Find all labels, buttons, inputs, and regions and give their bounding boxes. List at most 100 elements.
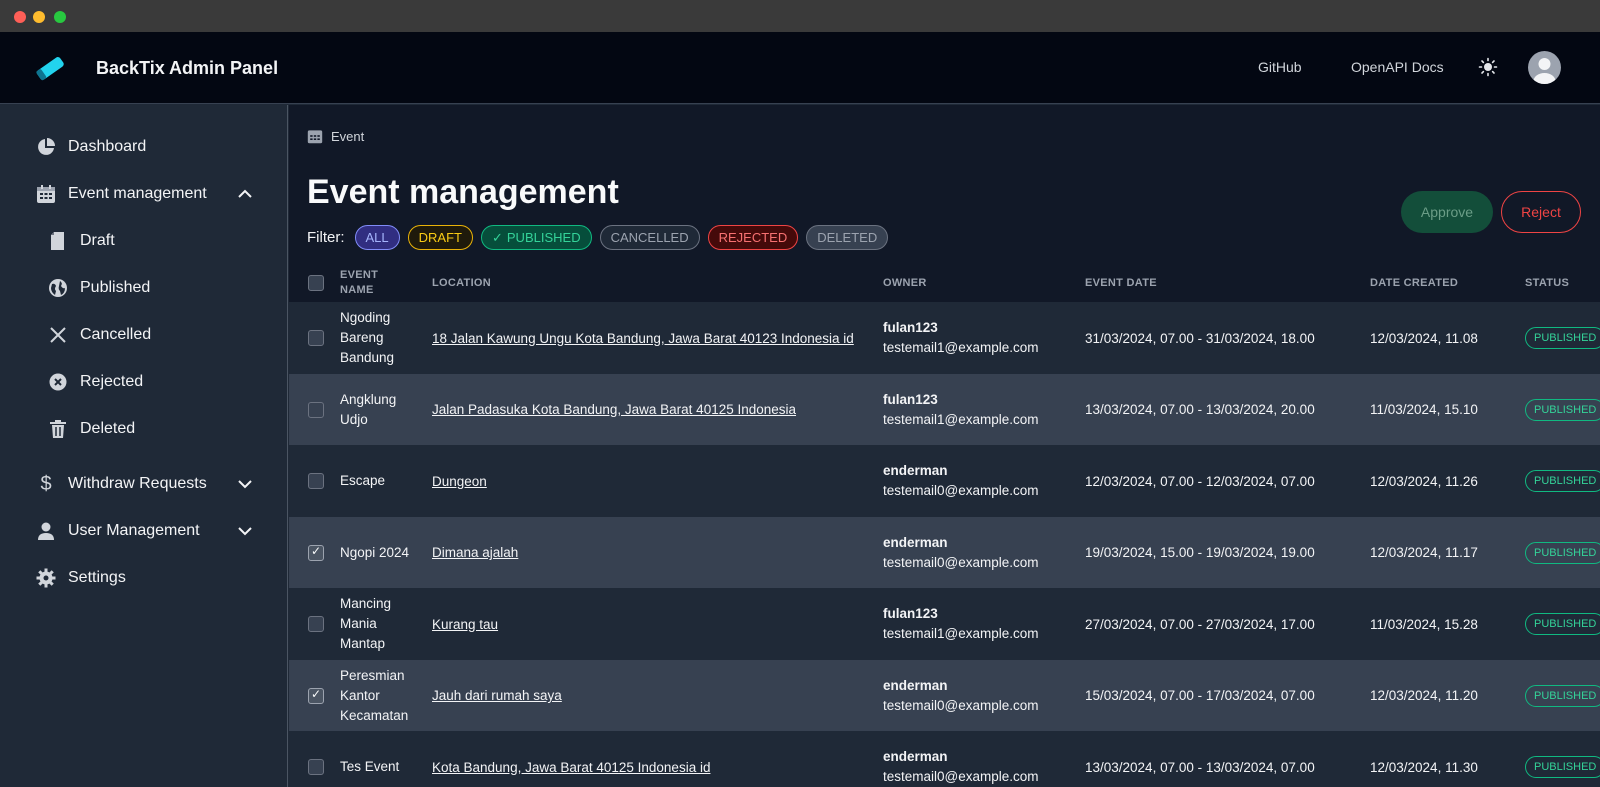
status-badge: PUBLISHED	[1525, 327, 1600, 349]
reject-button[interactable]: Reject	[1501, 191, 1581, 233]
status-badge: PUBLISHED	[1525, 684, 1600, 707]
approve-button[interactable]: Approve	[1401, 191, 1493, 233]
check-icon: ✓	[491, 229, 503, 245]
calendar-icon	[307, 130, 323, 144]
filter-chip-deleted[interactable]: DELETED	[806, 225, 889, 250]
pie-chart-icon	[35, 136, 57, 158]
filter-chip-all[interactable]: ALL	[354, 225, 400, 250]
filter-chip-draft[interactable]: DRAFT	[407, 225, 473, 250]
owner-cell: enderman testemail0@example.com	[883, 517, 1039, 589]
filter-chip-published[interactable]: ✓ PUBLISHED	[480, 225, 592, 250]
location-link[interactable]: 18 Jalan Kawung Ungu Kota Bandung, Jawa …	[432, 302, 854, 374]
owner-username: enderman	[883, 677, 948, 693]
row-checkbox[interactable]	[308, 401, 324, 418]
table-row[interactable]: Tes Event Kota Bandung, Jawa Barat 40125 …	[289, 731, 1600, 787]
location-link[interactable]: Dungeon	[432, 445, 487, 517]
owner-cell: enderman testemail0@example.com	[883, 445, 1039, 517]
chip-label: ALL	[365, 230, 389, 245]
owner-email: testemail1@example.com	[883, 626, 1039, 641]
column-header-event-name[interactable]: EVENT NAME	[340, 265, 410, 301]
column-header-location[interactable]: LOCATION	[432, 265, 491, 301]
chevron-down-icon[interactable]	[236, 475, 254, 493]
x-icon	[47, 324, 69, 346]
breadcrumb: Event	[307, 128, 364, 144]
brand-title[interactable]: BackTix Admin Panel	[96, 58, 278, 79]
sidebar-item-event-management[interactable]: Event management	[0, 174, 288, 214]
sidebar-item-label: Dashboard	[68, 138, 147, 155]
owner-username: enderman	[883, 463, 948, 478]
sidebar-item-withdraw-requests[interactable]: $ Withdraw Requests	[0, 464, 288, 504]
github-link[interactable]: GitHub	[1258, 59, 1302, 75]
filter-chip-cancelled[interactable]: CANCELLED	[599, 225, 700, 250]
location-link[interactable]: Kurang tau	[432, 588, 498, 660]
table-row[interactable]: Ngoding Bareng Bandung 18 Jalan Kawung Un…	[289, 302, 1600, 374]
location-link[interactable]: Dimana ajalah	[432, 517, 518, 589]
row-checkbox[interactable]	[308, 616, 324, 632]
filter-chip-rejected[interactable]: REJECTED	[707, 225, 799, 250]
owner-cell: fulan123 testemail1@example.com	[883, 588, 1039, 660]
row-checkbox[interactable]	[308, 759, 324, 775]
location-link[interactable]: Kota Bandung, Jawa Barat 40125 Indonesia…	[432, 731, 710, 787]
minimize-window-button[interactable]	[33, 11, 45, 23]
status-cell: PUBLISHED	[1525, 517, 1600, 589]
sidebar-item-rejected[interactable]: Rejected	[0, 362, 288, 402]
sidebar-item-label: Settings	[68, 569, 126, 586]
ticket-logo-icon[interactable]	[34, 54, 66, 82]
sidebar-item-label: User Management	[68, 522, 200, 539]
close-window-button[interactable]	[14, 11, 26, 23]
date-created-cell: 12/03/2024, 11.20	[1370, 688, 1478, 703]
chevron-up-icon[interactable]	[236, 185, 254, 203]
user-avatar-icon[interactable]	[1528, 51, 1561, 84]
select-all-checkbox[interactable]	[308, 275, 324, 291]
date-created-cell: 12/03/2024, 11.26	[1370, 473, 1478, 489]
chip-label: CANCELLED	[610, 230, 689, 245]
table-row[interactable]: Ngopi 2024 Dimana ajalah enderman testemail…	[289, 516, 1600, 589]
date-created-cell: 11/03/2024, 15.10	[1370, 402, 1478, 417]
maximize-window-button[interactable]	[54, 11, 66, 23]
status-cell: PUBLISHED	[1525, 731, 1600, 787]
status-cell: PUBLISHED	[1525, 374, 1600, 446]
sun-icon[interactable]	[1478, 57, 1498, 77]
event-name-cell: Mancing Mania Mantap	[340, 596, 392, 651]
sidebar-item-published[interactable]: Published	[0, 268, 288, 308]
column-header-status[interactable]: STATUS	[1525, 265, 1569, 301]
owner-username: enderman	[883, 534, 948, 550]
column-header-date-created[interactable]: DATE CREATED	[1370, 265, 1458, 301]
column-header-event-date[interactable]: EVENT DATE	[1085, 265, 1157, 301]
sidebar-item-dashboard[interactable]: Dashboard	[0, 127, 288, 167]
sidebar-item-draft[interactable]: Draft	[0, 221, 288, 261]
row-checkbox[interactable]	[308, 544, 324, 561]
sidebar-item-label: Withdraw Requests	[68, 475, 207, 492]
status-badge: PUBLISHED	[1525, 398, 1600, 421]
date-created-cell: 12/03/2024, 11.08	[1370, 330, 1478, 346]
event-date-cell: 15/03/2024, 07.00 - 17/03/2024, 07.00	[1085, 688, 1315, 703]
table-row[interactable]: Mancing Mania Mantap Kurang tau fulan123 te…	[289, 588, 1600, 660]
breadcrumb-item[interactable]: Event	[331, 129, 364, 144]
date-created-cell: 11/03/2024, 15.28	[1370, 616, 1478, 632]
table-row[interactable]: Escape Dungeon enderman testemail0@example.…	[289, 445, 1600, 517]
event-date-cell: 13/03/2024, 07.00 - 13/03/2024, 07.00	[1085, 759, 1315, 775]
dollar-icon: $	[40, 472, 52, 495]
location-link[interactable]: Jauh dari rumah saya	[432, 660, 562, 732]
sidebar: Dashboard Event management Draft Publish…	[0, 105, 288, 787]
sidebar-item-user-management[interactable]: User Management	[0, 511, 288, 551]
sidebar-item-cancelled[interactable]: Cancelled	[0, 315, 288, 355]
location-link[interactable]: Jalan Padasuka Kota Bandung, Jawa Barat …	[432, 374, 796, 446]
table-row[interactable]: Angklung Udjo Jalan Padasuka Kota Bandung…	[289, 373, 1600, 446]
status-cell: PUBLISHED	[1525, 588, 1600, 660]
table-row[interactable]: Peresmian Kantor Kecamatan Jauh dari ruma…	[289, 659, 1600, 732]
row-checkbox[interactable]	[308, 687, 324, 704]
row-checkbox[interactable]	[308, 330, 324, 346]
event-name-cell: Escape	[340, 473, 386, 488]
sidebar-item-deleted[interactable]: Deleted	[0, 409, 288, 449]
owner-email: testemail1@example.com	[883, 340, 1039, 355]
status-badge: PUBLISHED	[1525, 756, 1600, 778]
event-date-cell: 27/03/2024, 07.00 - 27/03/2024, 17.00	[1085, 616, 1315, 632]
row-checkbox[interactable]	[308, 473, 324, 489]
status-badge: PUBLISHED	[1525, 613, 1600, 635]
chevron-down-icon[interactable]	[236, 522, 254, 540]
openapi-docs-link[interactable]: OpenAPI Docs	[1351, 59, 1444, 75]
owner-username: fulan123	[883, 606, 938, 621]
column-header-owner[interactable]: OWNER	[883, 265, 927, 301]
sidebar-item-settings[interactable]: Settings	[0, 558, 288, 598]
